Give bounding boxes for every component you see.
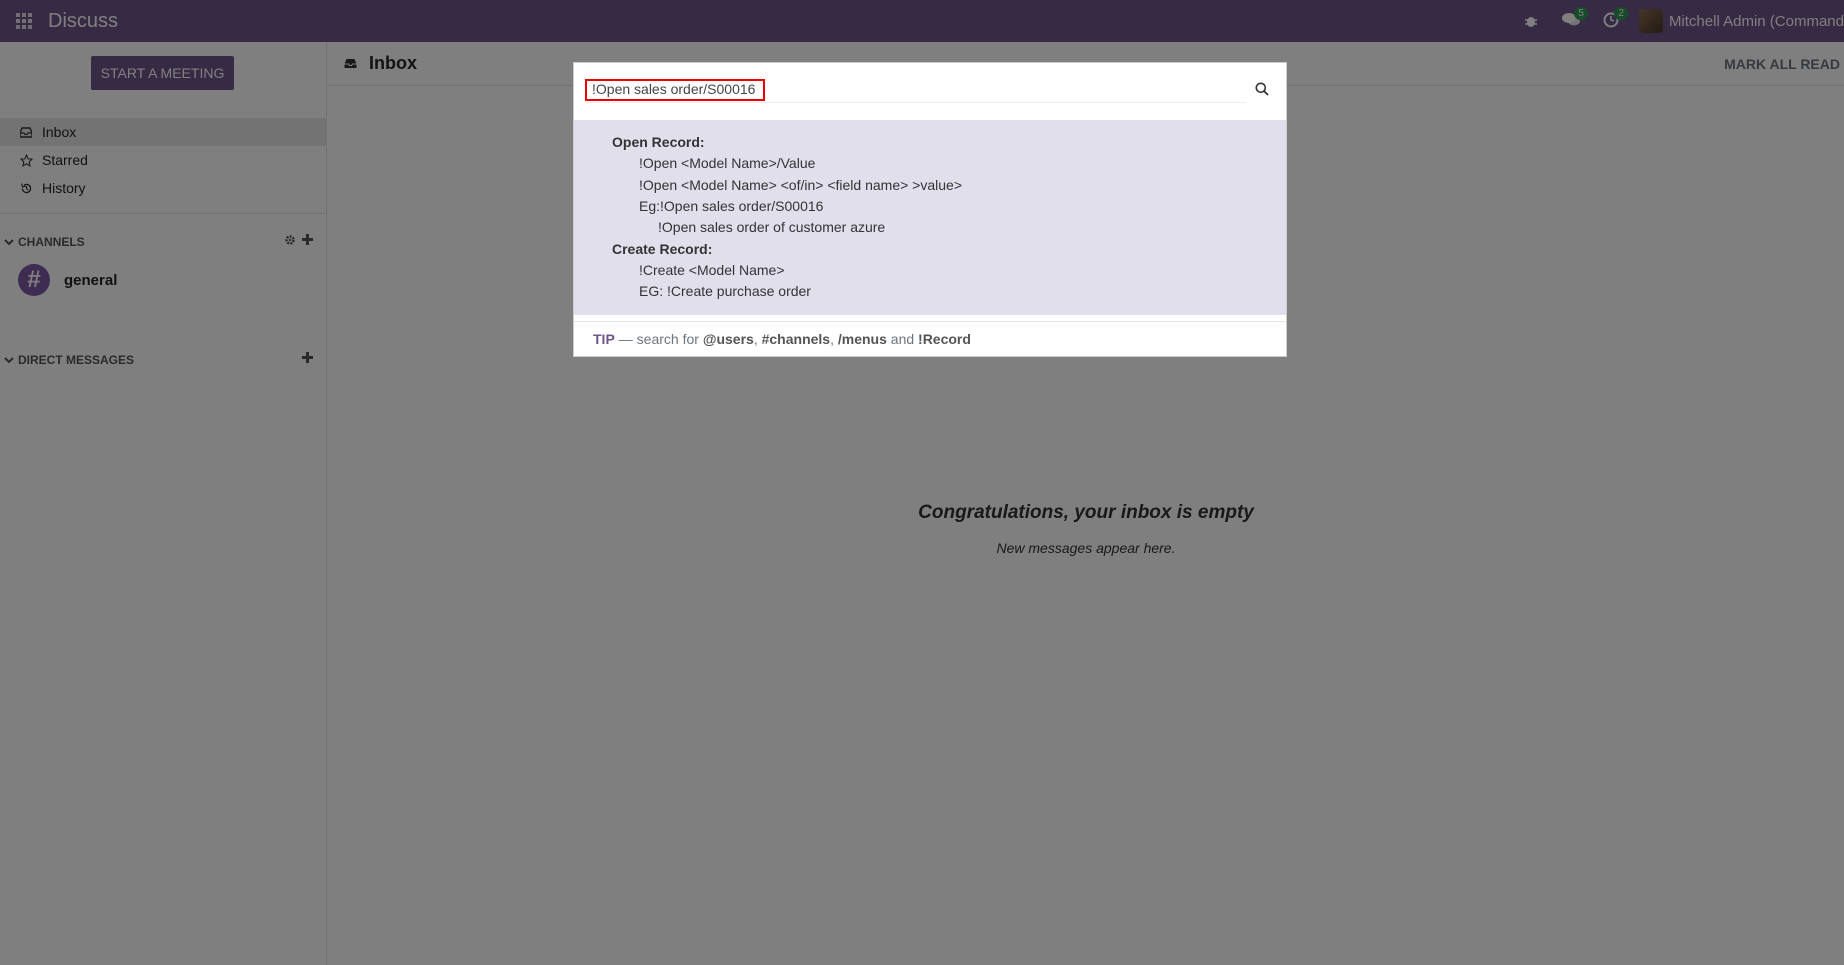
- tip-users: @users: [702, 331, 754, 347]
- help-line: !Open <Model Name>/Value: [639, 155, 816, 171]
- command-search-row: [585, 75, 1274, 103]
- help-line: EG: !Create purchase order: [639, 283, 811, 299]
- tip-label: TIP: [593, 331, 615, 347]
- command-help-panel: Open Record: !Open <Model Name>/Value !O…: [574, 120, 1286, 315]
- help-line: !Open sales order of customer azure: [658, 219, 886, 235]
- command-palette-tip: TIP — search for @users, #channels, /men…: [574, 321, 1286, 356]
- command-palette: Open Record: !Open <Model Name>/Value !O…: [573, 62, 1287, 357]
- tip-record: !Record: [918, 331, 971, 347]
- tip-separator: ,: [753, 331, 758, 347]
- search-icon[interactable]: [1250, 77, 1274, 101]
- open-record-header: Open Record:: [612, 134, 705, 150]
- create-record-header: Create Record:: [612, 241, 713, 257]
- tip-and: and: [890, 331, 915, 347]
- command-search-input[interactable]: [586, 75, 1246, 103]
- help-line: !Create <Model Name>: [639, 262, 785, 278]
- tip-channels: #channels: [761, 331, 831, 347]
- help-line: Eg:!Open sales order/S00016: [639, 198, 824, 214]
- tip-text: — search for: [618, 331, 699, 347]
- tip-menus: /menus: [837, 331, 887, 347]
- tip-separator: ,: [830, 331, 834, 347]
- help-line: !Open <Model Name> <of/in> <field name> …: [639, 177, 962, 193]
